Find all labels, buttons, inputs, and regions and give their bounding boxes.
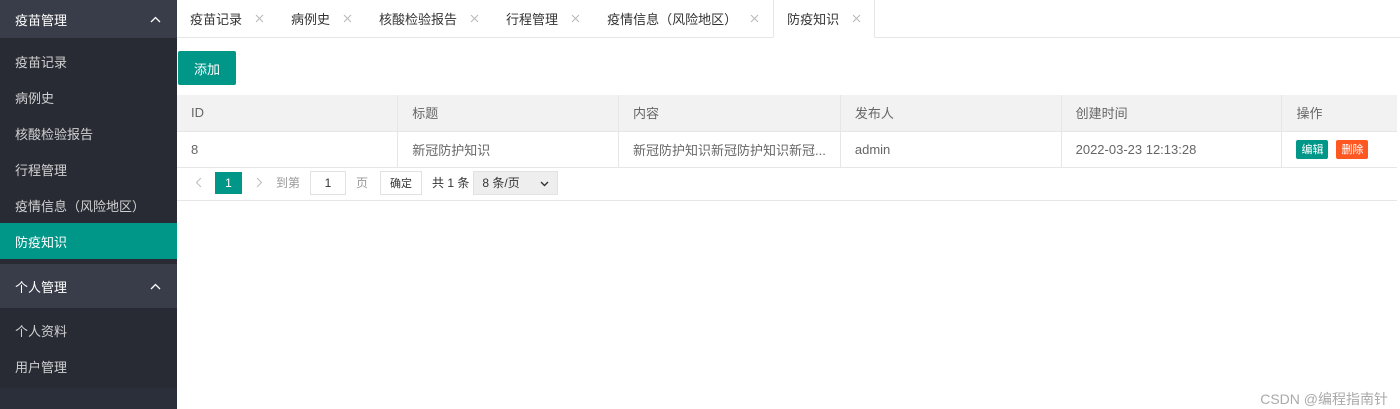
close-icon[interactable] bbox=[342, 14, 352, 24]
page-size-select[interactable]: 8 条/页 bbox=[473, 170, 559, 195]
sidebar-item-prevention-knowledge[interactable]: 防疫知识 bbox=[0, 223, 177, 259]
tab-label: 行程管理 bbox=[506, 12, 559, 27]
sidebar-group-items: 疫苗记录 病例史 核酸检验报告 行程管理 疫情信息（风险地区） 防疫知识 bbox=[0, 38, 177, 264]
sidebar-item-vaccine-records[interactable]: 疫苗记录 bbox=[0, 43, 177, 79]
watermark: CSDN @编程指南针 bbox=[1260, 391, 1388, 407]
tab-prevention-knowledge[interactable]: 防疫知识 bbox=[773, 0, 876, 38]
row-actions: 编辑 删除 bbox=[1296, 139, 1383, 159]
sidebar-group-vaccine: 疫苗管理 疫苗记录 病例史 核酸检验报告 行程管理 疫情信息（风险地区） 防疫知… bbox=[0, 0, 177, 264]
chevron-left-icon[interactable] bbox=[187, 172, 209, 194]
sidebar-item-epidemic-info[interactable]: 疫情信息（风险地区） bbox=[0, 187, 177, 223]
cell-id: 8 bbox=[177, 131, 399, 168]
page-unit-label: 页 bbox=[356, 176, 369, 190]
table-header-row: ID 标题 内容 发布人 创建时间 操作 bbox=[177, 95, 1397, 132]
column-header-publisher: 发布人 bbox=[840, 95, 1062, 132]
data-table: ID 标题 内容 发布人 创建时间 操作 8 新冠防护知识 新冠防护知识新冠防护… bbox=[177, 95, 1397, 168]
tab-case-history[interactable]: 病例史 bbox=[278, 0, 366, 37]
tab-label: 核酸检验报告 bbox=[379, 12, 458, 27]
confirm-button[interactable]: 确定 bbox=[380, 170, 423, 195]
cell-publisher: admin bbox=[840, 131, 1062, 168]
sidebar-group-personal: 个人管理 个人资料 用户管理 bbox=[0, 264, 177, 388]
column-header-created: 创建时间 bbox=[1061, 95, 1283, 132]
close-icon[interactable] bbox=[469, 14, 479, 24]
page-number-current[interactable]: 1 bbox=[215, 171, 242, 194]
cell-created: 2022-03-23 12:13:28 bbox=[1061, 131, 1283, 168]
chevron-up-icon bbox=[148, 279, 162, 293]
close-icon[interactable] bbox=[749, 14, 759, 24]
pagination: 1 到第 页 确定 共 1 条 8 条/页 bbox=[177, 165, 1397, 201]
goto-label: 到第 bbox=[276, 176, 301, 190]
cell-title: 新冠防护知识 bbox=[397, 131, 620, 168]
cell-actions: 编辑 删除 bbox=[1281, 131, 1397, 168]
chevron-up-icon bbox=[148, 12, 162, 26]
tab-label: 疫情信息（风险地区） bbox=[607, 12, 738, 27]
chevron-right-icon[interactable] bbox=[248, 172, 270, 194]
page-jump-input[interactable] bbox=[310, 170, 347, 195]
cell-content: 新冠防护知识新冠防护知识新冠... bbox=[618, 131, 841, 168]
sidebar: 疫苗管理 疫苗记录 病例史 核酸检验报告 行程管理 疫情信息（风险地区） 防疫知… bbox=[0, 0, 177, 409]
close-icon[interactable] bbox=[254, 14, 264, 24]
tab-label: 病例史 bbox=[291, 12, 331, 27]
sidebar-group-items: 个人资料 用户管理 bbox=[0, 308, 177, 388]
total-count: 共 1 条 bbox=[432, 176, 470, 190]
close-icon[interactable] bbox=[851, 14, 861, 24]
sidebar-group-title: 个人管理 bbox=[15, 279, 68, 295]
table-row: 8 新冠防护知识 新冠防护知识新冠防护知识新冠... admin 2022-03… bbox=[177, 131, 1397, 168]
chevron-down-icon bbox=[540, 176, 549, 190]
close-icon[interactable] bbox=[570, 14, 580, 24]
sidebar-item-profile[interactable]: 个人资料 bbox=[0, 312, 177, 348]
tab-epidemic-info[interactable]: 疫情信息（风险地区） bbox=[594, 0, 773, 37]
sidebar-item-user-management[interactable]: 用户管理 bbox=[0, 348, 177, 384]
sidebar-item-itinerary[interactable]: 行程管理 bbox=[0, 151, 177, 187]
add-button[interactable]: 添加 bbox=[178, 51, 236, 85]
column-header-content: 内容 bbox=[618, 95, 841, 132]
sidebar-item-case-history[interactable]: 病例史 bbox=[0, 79, 177, 115]
column-header-id: ID bbox=[177, 95, 399, 132]
main-content: 添加 ID 标题 内容 发布人 创建时间 操作 8 新冠防护知识 新冠防护知识新… bbox=[177, 38, 1400, 409]
tab-itinerary[interactable]: 行程管理 bbox=[493, 0, 594, 37]
tab-nucleic-report[interactable]: 核酸检验报告 bbox=[366, 0, 493, 37]
tab-bar: 疫苗记录 病例史 核酸检验报告 行程管理 疫情信息（风险地区） 防疫知识 bbox=[177, 0, 1400, 38]
tab-label: 防疫知识 bbox=[787, 12, 840, 27]
column-header-title: 标题 bbox=[397, 95, 620, 132]
delete-button[interactable]: 删除 bbox=[1336, 139, 1369, 159]
tab-label: 疫苗记录 bbox=[190, 12, 243, 27]
app-window: 疫苗管理 疫苗记录 病例史 核酸检验报告 行程管理 疫情信息（风险地区） 防疫知… bbox=[0, 0, 1400, 409]
sidebar-group-title: 疫苗管理 bbox=[15, 12, 68, 28]
sidebar-group-header-vaccine[interactable]: 疫苗管理 bbox=[0, 0, 177, 38]
sidebar-item-nucleic-report[interactable]: 核酸检验报告 bbox=[0, 115, 177, 151]
tab-vaccine-records[interactable]: 疫苗记录 bbox=[177, 0, 278, 37]
sidebar-group-header-personal[interactable]: 个人管理 bbox=[0, 264, 177, 308]
page-size-value: 8 条/页 bbox=[482, 176, 520, 190]
edit-button[interactable]: 编辑 bbox=[1296, 139, 1329, 159]
column-header-actions: 操作 bbox=[1281, 95, 1397, 132]
